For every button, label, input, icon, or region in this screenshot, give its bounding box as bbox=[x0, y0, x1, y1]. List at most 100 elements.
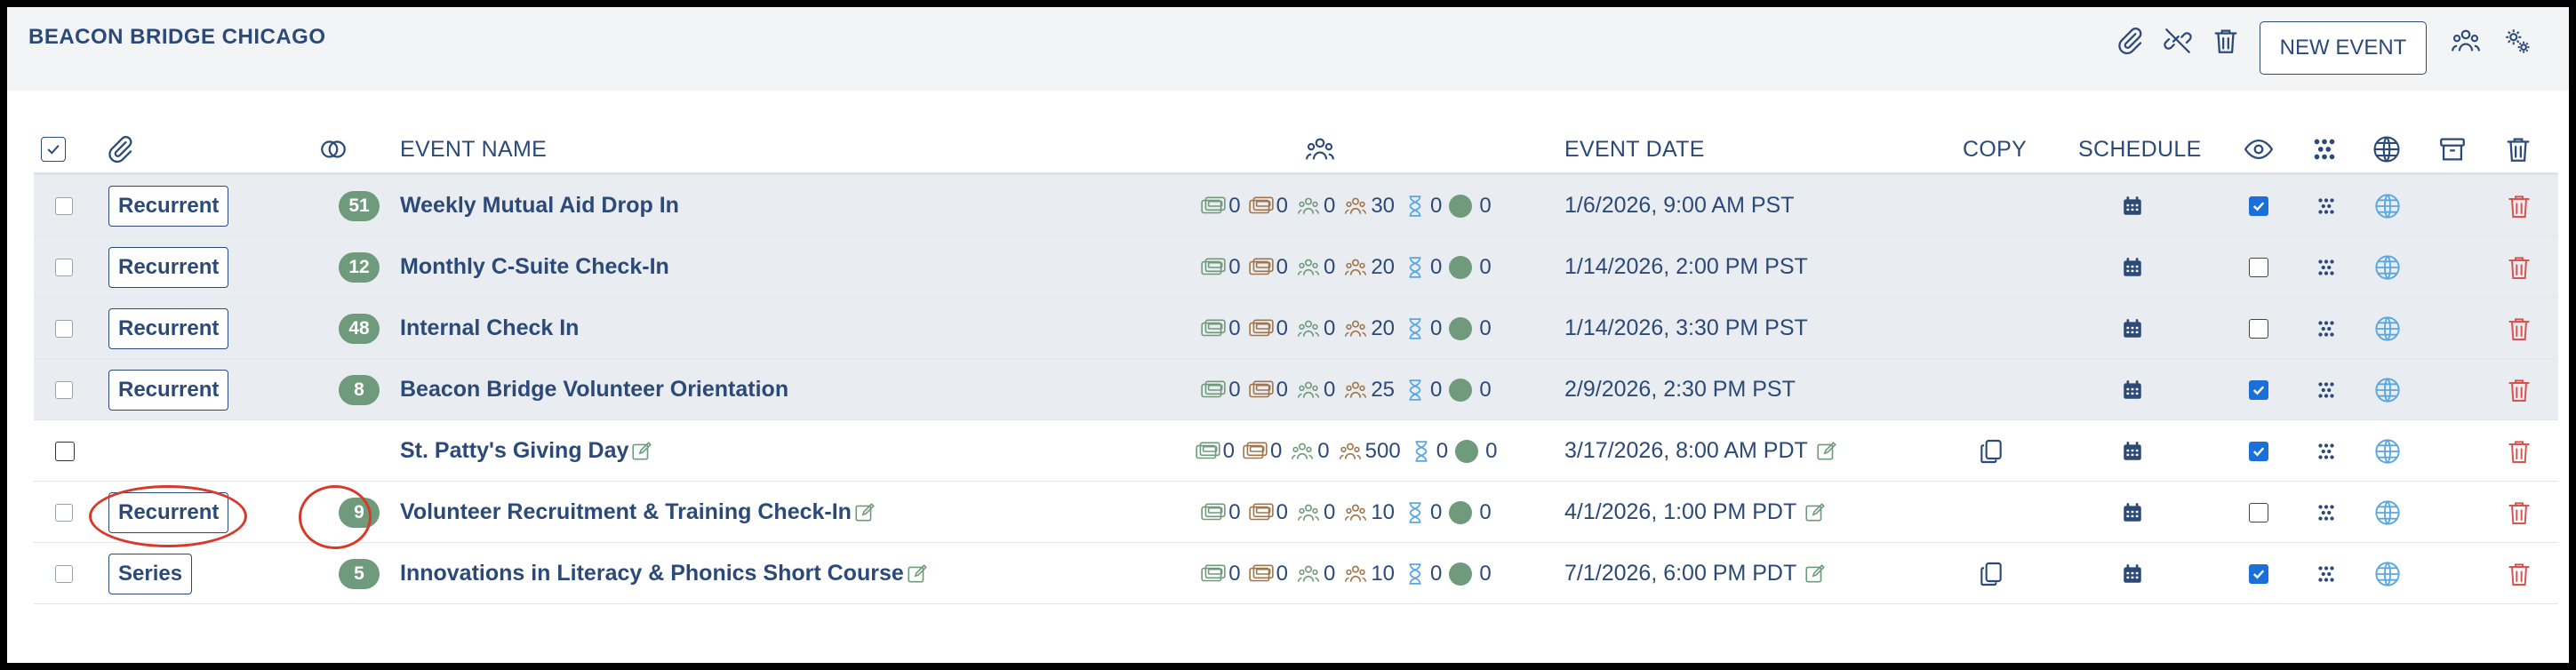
gears-icon[interactable] bbox=[2500, 23, 2535, 59]
paperclip-icon[interactable] bbox=[2112, 23, 2148, 59]
globe-icon[interactable] bbox=[2373, 499, 2402, 527]
event-name-link[interactable]: Innovations in Literacy & Phonics Short … bbox=[400, 561, 929, 586]
globe-icon[interactable] bbox=[2373, 437, 2402, 466]
qr-grid-icon[interactable] bbox=[2315, 379, 2338, 402]
occurrence-count-badge[interactable]: 12 bbox=[339, 251, 380, 283]
edit-date-pencil-icon[interactable] bbox=[1815, 440, 1838, 463]
calendar-icon[interactable] bbox=[2121, 256, 2144, 279]
delete-trash-icon[interactable] bbox=[2505, 315, 2533, 343]
visibility-checkbox[interactable] bbox=[2249, 195, 2268, 216]
calendar-icon[interactable] bbox=[2121, 562, 2144, 586]
row-checkbox-cell[interactable] bbox=[55, 482, 73, 543]
delete-trash-icon[interactable] bbox=[2505, 437, 2533, 466]
globe-icon[interactable] bbox=[2372, 126, 2402, 172]
select-all-checkbox[interactable] bbox=[41, 126, 66, 172]
row-checkbox[interactable] bbox=[55, 196, 73, 215]
row-checkbox[interactable] bbox=[55, 319, 73, 338]
edit-pencil-icon[interactable] bbox=[853, 501, 876, 524]
copy-icon[interactable] bbox=[1977, 437, 2005, 466]
visibility-checkbox[interactable] bbox=[2249, 502, 2268, 522]
qr-grid-icon[interactable] bbox=[2315, 501, 2338, 524]
table-row[interactable]: St. Patty's Giving Day 0 0 0 500 0 0 3/1… bbox=[34, 420, 2558, 482]
event-date[interactable]: 1/14/2026, 3:30 PM PST bbox=[1564, 315, 1808, 341]
delete-trash-icon[interactable] bbox=[2505, 560, 2533, 588]
recurrence-tag-button[interactable]: Recurrent bbox=[108, 246, 229, 288]
calendar-icon[interactable] bbox=[2121, 317, 2144, 340]
occurrence-count-badge[interactable]: 5 bbox=[339, 558, 380, 589]
event-date-header[interactable]: EVENT DATE bbox=[1564, 126, 1705, 172]
edit-date-pencil-icon[interactable] bbox=[1804, 501, 1827, 524]
event-name-link[interactable]: Monthly C-Suite Check-In bbox=[400, 254, 669, 280]
calendar-icon[interactable] bbox=[2121, 501, 2144, 524]
event-name-header[interactable]: EVENT NAME bbox=[400, 126, 547, 172]
row-checkbox-cell[interactable] bbox=[55, 175, 73, 236]
trash-icon[interactable] bbox=[2208, 23, 2244, 59]
event-date[interactable]: 3/17/2026, 8:00 AM PDT bbox=[1564, 438, 1838, 464]
table-row[interactable]: Recurrent 12 Monthly C-Suite Check-In 0 … bbox=[34, 236, 2558, 298]
table-row[interactable]: Recurrent 9 Volunteer Recruitment & Trai… bbox=[34, 482, 2558, 543]
globe-icon[interactable] bbox=[2373, 560, 2402, 588]
users-icon[interactable] bbox=[2448, 23, 2484, 59]
globe-icon[interactable] bbox=[2373, 253, 2402, 282]
calendar-icon[interactable] bbox=[2121, 379, 2144, 402]
visibility-checkbox[interactable] bbox=[2249, 379, 2268, 400]
occurrence-count-badge[interactable]: 48 bbox=[339, 313, 380, 344]
edit-pencil-icon[interactable] bbox=[630, 440, 653, 463]
event-name-link[interactable]: Beacon Bridge Volunteer Orientation bbox=[400, 377, 788, 403]
row-checkbox[interactable] bbox=[55, 503, 73, 522]
event-name-link[interactable]: St. Patty's Giving Day bbox=[400, 438, 653, 464]
row-checkbox-cell[interactable] bbox=[55, 420, 75, 482]
delete-trash-icon[interactable] bbox=[2505, 253, 2533, 282]
event-date[interactable]: 1/6/2026, 9:00 AM PST bbox=[1564, 193, 1795, 219]
row-checkbox[interactable] bbox=[55, 258, 73, 276]
event-name-link[interactable]: Volunteer Recruitment & Training Check-I… bbox=[400, 499, 876, 525]
edit-pencil-icon[interactable] bbox=[906, 562, 929, 586]
qr-grid-icon[interactable] bbox=[2315, 195, 2338, 218]
trash-column-icon[interactable] bbox=[2503, 126, 2533, 172]
event-name-link[interactable]: Weekly Mutual Aid Drop In bbox=[400, 193, 679, 219]
event-name-link[interactable]: Internal Check In bbox=[400, 315, 579, 341]
row-checkbox-cell[interactable] bbox=[55, 236, 73, 298]
row-checkbox-cell[interactable] bbox=[55, 359, 73, 420]
qr-grid-icon[interactable] bbox=[2309, 126, 2340, 172]
row-checkbox[interactable] bbox=[55, 380, 73, 399]
eye-icon[interactable] bbox=[2244, 126, 2274, 172]
unlink-icon[interactable] bbox=[2160, 23, 2196, 59]
event-date[interactable]: 4/1/2026, 1:00 PM PDT bbox=[1564, 499, 1827, 525]
recurrence-tag-button[interactable]: Series bbox=[108, 553, 193, 594]
qr-grid-icon[interactable] bbox=[2315, 562, 2338, 586]
qr-grid-icon[interactable] bbox=[2315, 317, 2338, 340]
visibility-checkbox[interactable] bbox=[2249, 563, 2268, 584]
delete-trash-icon[interactable] bbox=[2505, 499, 2533, 527]
event-date[interactable]: 7/1/2026, 6:00 PM PDT bbox=[1564, 561, 1827, 586]
delete-trash-icon[interactable] bbox=[2505, 192, 2533, 220]
delete-trash-icon[interactable] bbox=[2505, 376, 2533, 404]
calendar-icon[interactable] bbox=[2121, 440, 2144, 463]
recurrence-tag-button[interactable]: Recurrent bbox=[108, 185, 229, 227]
row-checkbox[interactable] bbox=[55, 564, 73, 583]
row-checkbox[interactable] bbox=[55, 441, 75, 461]
globe-icon[interactable] bbox=[2373, 376, 2402, 404]
occurrence-count-badge[interactable]: 8 bbox=[339, 374, 380, 405]
globe-icon[interactable] bbox=[2373, 192, 2402, 220]
qr-grid-icon[interactable] bbox=[2315, 440, 2338, 463]
recurrence-tag-button[interactable]: Recurrent bbox=[108, 369, 229, 411]
row-checkbox-cell[interactable] bbox=[55, 298, 73, 359]
visibility-checkbox[interactable] bbox=[2249, 257, 2268, 277]
globe-icon[interactable] bbox=[2373, 315, 2402, 343]
event-date[interactable]: 1/14/2026, 2:00 PM PST bbox=[1564, 254, 1808, 280]
table-row[interactable]: Recurrent 8 Beacon Bridge Volunteer Orie… bbox=[34, 359, 2558, 420]
table-row[interactable]: Recurrent 48 Internal Check In 0 0 0 20 … bbox=[34, 298, 2558, 359]
new-event-button[interactable]: NEW EVENT bbox=[2260, 21, 2427, 75]
edit-date-pencil-icon[interactable] bbox=[1804, 562, 1827, 586]
recurrence-tag-button[interactable]: Recurrent bbox=[108, 307, 229, 349]
visibility-checkbox[interactable] bbox=[2249, 441, 2268, 461]
calendar-icon[interactable] bbox=[2121, 195, 2144, 218]
table-row[interactable]: Series 5 Innovations in Literacy & Phoni… bbox=[34, 543, 2558, 604]
visibility-checkbox[interactable] bbox=[2249, 318, 2268, 339]
table-row[interactable]: Recurrent 51 Weekly Mutual Aid Drop In 0… bbox=[34, 175, 2558, 236]
occurrence-count-badge[interactable]: 51 bbox=[339, 190, 380, 221]
event-date[interactable]: 2/9/2026, 2:30 PM PST bbox=[1564, 377, 1796, 403]
archive-icon[interactable] bbox=[2437, 126, 2468, 172]
copy-icon[interactable] bbox=[1977, 560, 2005, 588]
